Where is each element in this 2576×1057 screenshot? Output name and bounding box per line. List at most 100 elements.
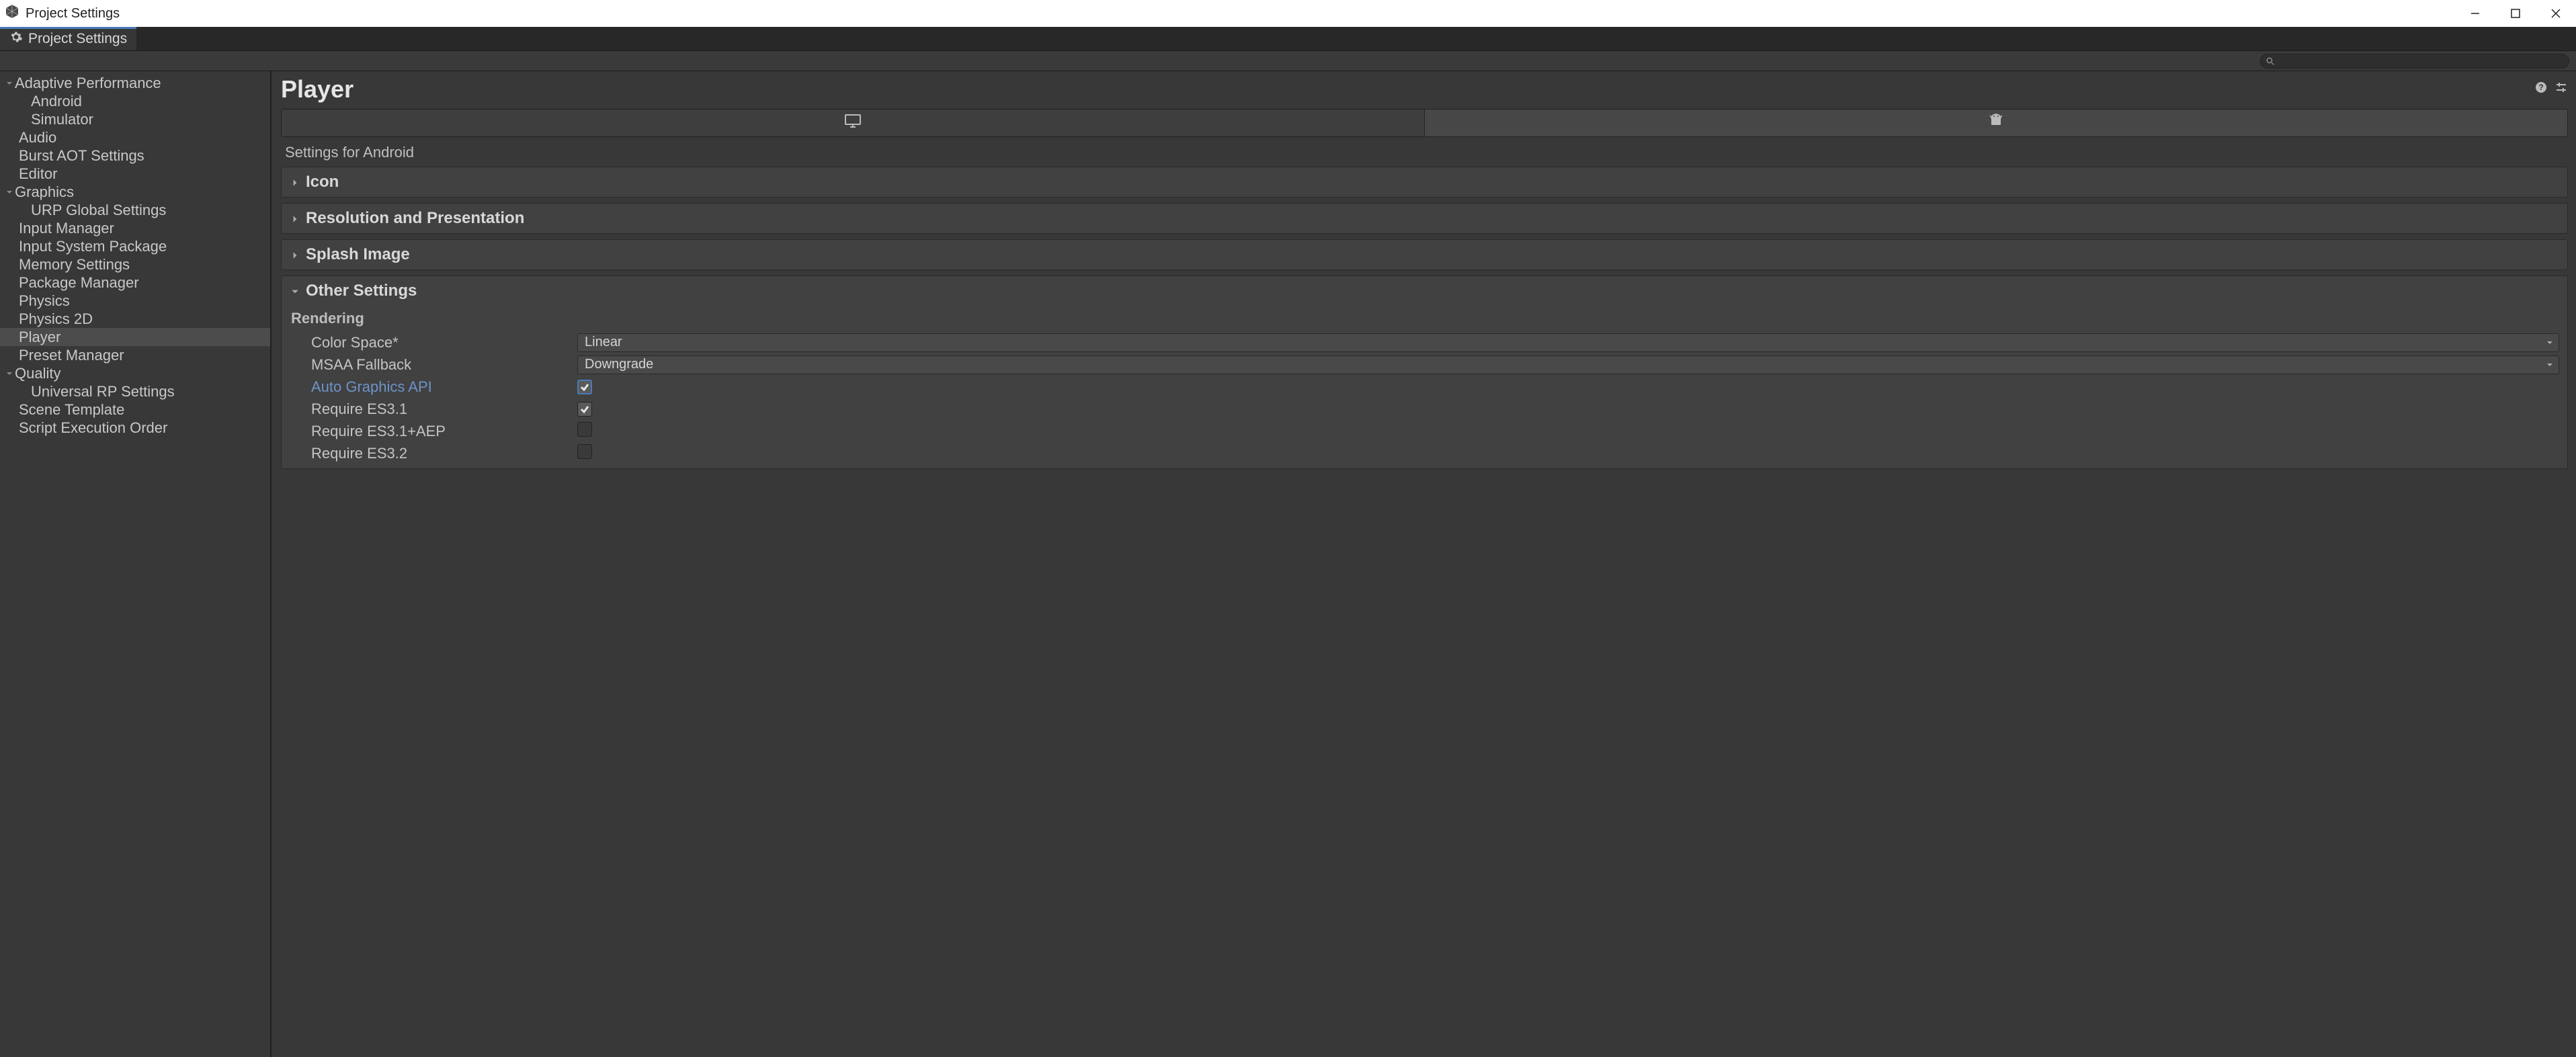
- platform-tabs: [281, 109, 2568, 137]
- settings-sidebar: Adaptive Performance Android Simulator A…: [0, 71, 272, 1057]
- sidebar-item-graphics[interactable]: Graphics: [0, 183, 270, 201]
- foldout-other-settings: Other Settings Rendering Color Space* Li…: [281, 276, 2568, 469]
- prop-msaa-fallback: MSAA Fallback Downgrade: [288, 353, 2567, 376]
- android-icon: [1989, 113, 2003, 133]
- sidebar-item-label: Simulator: [31, 111, 93, 128]
- settings-content: Player ? Settings for Android Icon: [272, 71, 2576, 1057]
- chevron-down-icon: [4, 189, 15, 196]
- sidebar-item-label: Package Manager: [19, 274, 139, 292]
- prop-require-es31: Require ES3.1: [288, 398, 2567, 420]
- sidebar-item-label: Graphics: [15, 183, 74, 201]
- sidebar-item-label: Adaptive Performance: [15, 75, 161, 92]
- sidebar-item-memory[interactable]: Memory Settings: [0, 255, 270, 273]
- dropdown-value: Linear: [585, 335, 622, 350]
- prop-label: Auto Graphics API: [288, 378, 577, 396]
- sidebar-item-package-manager[interactable]: Package Manager: [0, 273, 270, 292]
- search-field[interactable]: [2260, 54, 2569, 69]
- close-button[interactable]: [2536, 0, 2576, 27]
- sidebar-item-android[interactable]: Android: [0, 92, 270, 110]
- sidebar-item-label: Player: [19, 329, 60, 346]
- foldout-header-icon[interactable]: Icon: [282, 167, 2567, 197]
- sidebar-item-input-system[interactable]: Input System Package: [0, 237, 270, 255]
- sidebar-item-quality[interactable]: Quality: [0, 364, 270, 382]
- chevron-right-icon: [291, 245, 299, 264]
- sidebar-item-label: Script Execution Order: [19, 419, 167, 437]
- sidebar-item-label: Android: [31, 93, 82, 110]
- foldout-resolution: Resolution and Presentation: [281, 203, 2568, 234]
- foldout-label: Icon: [306, 173, 339, 192]
- minimize-button[interactable]: [2455, 0, 2495, 27]
- sidebar-item-burst[interactable]: Burst AOT Settings: [0, 146, 270, 165]
- sidebar-item-simulator[interactable]: Simulator: [0, 110, 270, 128]
- sidebar-item-label: Quality: [15, 365, 60, 382]
- sidebar-item-universal-rp[interactable]: Universal RP Settings: [0, 382, 270, 400]
- foldout-header-other[interactable]: Other Settings: [282, 276, 2567, 306]
- sidebar-item-label: Physics 2D: [19, 310, 93, 328]
- toolbar: [0, 51, 2576, 71]
- prop-require-es32: Require ES3.2: [288, 442, 2567, 464]
- chevron-down-icon: [4, 80, 15, 87]
- sidebar-item-label: URP Global Settings: [31, 202, 166, 219]
- chevron-down-icon: [2546, 357, 2553, 372]
- prop-auto-graphics-api: Auto Graphics API: [288, 376, 2567, 398]
- prop-label: Require ES3.1: [288, 400, 577, 418]
- window-title: Project Settings: [26, 6, 120, 22]
- platform-tab-standalone[interactable]: [282, 110, 1424, 136]
- prop-require-es31aep: Require ES3.1+AEP: [288, 420, 2567, 442]
- preset-icon[interactable]: [2554, 81, 2568, 98]
- sidebar-item-label: Audio: [19, 129, 56, 146]
- chevron-right-icon: [291, 209, 299, 228]
- platform-tab-android[interactable]: [1424, 110, 2567, 136]
- sidebar-item-label: Scene Template: [19, 401, 124, 419]
- sidebar-item-label: Input System Package: [19, 238, 167, 255]
- search-input[interactable]: [2279, 55, 2563, 67]
- foldout-header-splash[interactable]: Splash Image: [282, 240, 2567, 269]
- search-icon: [2266, 52, 2275, 70]
- sidebar-item-scene-template[interactable]: Scene Template: [0, 400, 270, 419]
- sidebar-item-urp[interactable]: URP Global Settings: [0, 201, 270, 219]
- gear-icon: [9, 30, 23, 48]
- sidebar-item-label: Memory Settings: [19, 256, 130, 273]
- sidebar-item-script-exec[interactable]: Script Execution Order: [0, 419, 270, 437]
- svg-text:?: ?: [2538, 83, 2543, 92]
- sidebar-item-label: Editor: [19, 165, 57, 183]
- prop-label: Color Space*: [288, 334, 577, 351]
- chevron-down-icon: [2546, 335, 2553, 350]
- sidebar-item-editor[interactable]: Editor: [0, 165, 270, 183]
- sidebar-item-label: Universal RP Settings: [31, 383, 175, 400]
- foldout-header-resolution[interactable]: Resolution and Presentation: [282, 204, 2567, 233]
- sidebar-item-label: Physics: [19, 292, 70, 310]
- color-space-dropdown[interactable]: Linear: [577, 333, 2559, 352]
- chevron-down-icon: [4, 370, 15, 377]
- tab-strip: Project Settings: [0, 27, 2576, 51]
- sidebar-item-adaptive-performance[interactable]: Adaptive Performance: [0, 74, 270, 92]
- require-es31-checkbox[interactable]: [577, 402, 592, 417]
- chevron-down-icon: [291, 282, 299, 300]
- tab-project-settings[interactable]: Project Settings: [0, 27, 136, 50]
- sidebar-item-label: Input Manager: [19, 220, 114, 237]
- unity-icon: [4, 3, 20, 24]
- sidebar-item-player[interactable]: Player: [0, 328, 270, 346]
- msaa-fallback-dropdown[interactable]: Downgrade: [577, 355, 2559, 374]
- sidebar-item-label: Burst AOT Settings: [19, 147, 144, 165]
- require-es31aep-checkbox[interactable]: [577, 422, 592, 437]
- monitor-icon: [844, 114, 862, 132]
- auto-graphics-api-checkbox[interactable]: [577, 380, 592, 394]
- tab-label: Project Settings: [28, 31, 127, 47]
- help-icon[interactable]: ?: [2534, 81, 2548, 98]
- window-titlebar: Project Settings: [0, 0, 2576, 27]
- sidebar-item-input-manager[interactable]: Input Manager: [0, 219, 270, 237]
- sidebar-item-physics2d[interactable]: Physics 2D: [0, 310, 270, 328]
- foldout-label: Resolution and Presentation: [306, 209, 524, 228]
- prop-color-space: Color Space* Linear: [288, 331, 2567, 353]
- foldout-label: Splash Image: [306, 245, 410, 264]
- sidebar-item-audio[interactable]: Audio: [0, 128, 270, 146]
- platform-subtitle: Settings for Android: [285, 144, 2568, 161]
- sidebar-item-physics[interactable]: Physics: [0, 292, 270, 310]
- foldout-icon: Icon: [281, 167, 2568, 198]
- foldout-label: Other Settings: [306, 282, 417, 300]
- sidebar-item-preset[interactable]: Preset Manager: [0, 346, 270, 364]
- maximize-button[interactable]: [2495, 0, 2536, 27]
- dropdown-value: Downgrade: [585, 357, 653, 372]
- require-es32-checkbox[interactable]: [577, 444, 592, 459]
